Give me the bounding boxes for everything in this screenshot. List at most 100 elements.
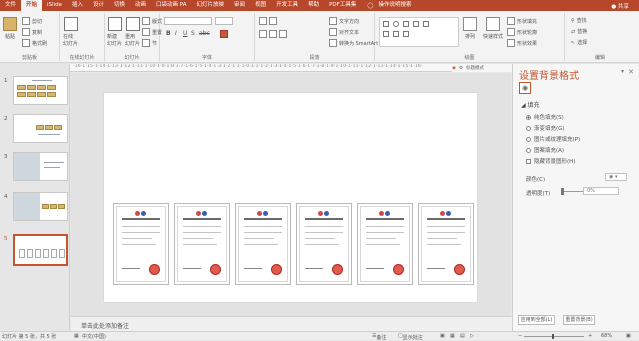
ruler-mode-button[interactable]: 标题模式 <box>466 65 484 71</box>
shape-effects-button[interactable]: 形状效果 <box>507 39 537 47</box>
tab-slideshow[interactable]: 幻灯片放映 <box>192 0 230 11</box>
slide-thumbnail-1[interactable] <box>13 76 68 105</box>
tab-islide[interactable]: iSlide <box>42 0 67 11</box>
copy-button[interactable]: 复制 <box>22 28 42 36</box>
format-painter-button[interactable]: 格式刷 <box>22 39 47 47</box>
certificate-image[interactable] <box>235 203 291 285</box>
rounded-rect-icon <box>383 31 389 37</box>
quick-styles-icon <box>486 17 500 31</box>
notes-toggle[interactable]: ☰ 备注 <box>372 333 387 341</box>
slide-thumbnail-2[interactable] <box>13 114 68 143</box>
font-color-button[interactable] <box>220 30 228 38</box>
zoom-level[interactable]: 68% <box>601 333 612 339</box>
line-icon <box>403 21 409 27</box>
tab-insert[interactable]: 插入 <box>67 0 88 11</box>
paste-button[interactable]: 粘贴 <box>3 17 17 40</box>
normal-view-icon[interactable]: ▣ <box>440 333 445 339</box>
tab-home[interactable]: 开始 <box>21 0 43 11</box>
slide-thumbnail-4[interactable] <box>13 192 68 221</box>
convert-smartart-button[interactable]: 转换为 SmartArt <box>329 39 378 47</box>
slide-thumbnail-5[interactable] <box>13 234 68 266</box>
close-icon[interactable]: ✕ <box>628 68 634 76</box>
hide-background-checkbox[interactable]: 隐藏背景图形(H) <box>526 157 575 165</box>
color-picker[interactable]: ◉ ▾ <box>605 173 627 181</box>
align-text-button[interactable]: 对齐文本 <box>329 28 359 36</box>
cut-button[interactable]: 剪切 <box>22 17 42 25</box>
certificate-image[interactable] <box>418 203 474 285</box>
shapes-gallery[interactable] <box>379 17 459 47</box>
certificate-image[interactable] <box>357 203 413 285</box>
font-size-box[interactable] <box>215 17 233 25</box>
reading-view-icon[interactable]: ▤ <box>460 333 465 339</box>
fill-bucket-icon[interactable]: ◉ <box>519 82 531 94</box>
zoom-slider-knob[interactable] <box>552 334 554 339</box>
tab-review[interactable]: 审阅 <box>229 0 250 11</box>
transparency-slider-track[interactable] <box>563 191 583 192</box>
language-indicator[interactable]: 中文(中国) <box>82 333 106 340</box>
solid-fill-option[interactable]: 纯色填充(S) <box>526 113 564 121</box>
reset-background-button[interactable]: 重置背景(B) <box>563 315 595 325</box>
new-slide-button[interactable]: 新建 幻灯片 <box>107 17 122 47</box>
transparency-input[interactable]: 0% <box>583 187 619 195</box>
fit-slide-icon[interactable]: ▣ <box>626 333 631 339</box>
bold-button[interactable]: B <box>166 30 171 37</box>
zoom-slider-track[interactable] <box>524 336 584 337</box>
italic-button[interactable]: I <box>175 30 177 37</box>
reset-button[interactable]: 重置 <box>142 28 162 36</box>
spellcheck-icon[interactable]: ▦ <box>74 333 79 339</box>
tab-developer[interactable]: 开发工具 <box>271 0 303 11</box>
arrange-button[interactable]: 排列 <box>463 17 477 40</box>
underline-button[interactable]: U <box>183 30 187 37</box>
select-button[interactable]: ↖ 选择 <box>571 39 587 47</box>
tell-me-search[interactable]: 操作说明搜索 <box>373 0 416 11</box>
gradient-fill-option[interactable]: 渐变填充(G) <box>526 124 565 132</box>
font-name-box[interactable] <box>164 17 212 25</box>
comments-toggle[interactable]: □ 显示批注 <box>398 333 423 341</box>
tab-pocket-animation[interactable]: 口袋动画 PA <box>151 0 191 11</box>
fill-section-header[interactable]: ◢ 填充 <box>521 100 540 109</box>
align-buttons[interactable] <box>259 30 287 38</box>
slide-sorter-icon[interactable]: ▦ <box>450 333 455 339</box>
pane-options-icon[interactable]: ▾ <box>621 68 624 75</box>
slideshow-icon[interactable]: ▷ <box>470 333 474 339</box>
shape-outline-button[interactable]: 形状轮廓 <box>507 28 537 36</box>
replace-button[interactable]: ⇄ 替换 <box>571 28 587 36</box>
text-direction-button[interactable]: 文字方向 <box>329 17 359 25</box>
tab-design[interactable]: 设计 <box>88 0 109 11</box>
tab-help[interactable]: 帮助 <box>303 0 324 11</box>
current-slide[interactable] <box>104 93 477 302</box>
zoom-in-icon[interactable]: + <box>588 333 592 339</box>
apply-to-all-button[interactable]: 应用到全部(L) <box>518 315 555 325</box>
certificate-image[interactable] <box>113 203 169 285</box>
find-button[interactable]: ⚲ 查找 <box>571 17 587 25</box>
share-button[interactable]: ● 共享 <box>611 2 639 10</box>
tab-file[interactable]: 文件 <box>0 0 21 11</box>
layout-button[interactable]: 版式 <box>142 17 162 25</box>
section-button[interactable]: 节 <box>142 39 157 47</box>
certificate-image[interactable] <box>174 203 230 285</box>
target-icon[interactable]: ◉ <box>452 66 456 71</box>
slide-thumbnail-3[interactable] <box>13 152 68 181</box>
shadow-button[interactable]: S <box>191 30 195 37</box>
strikethrough-button[interactable]: abc <box>199 30 210 37</box>
notes-pane[interactable]: 单击此处添加备注 <box>71 316 512 331</box>
online-slides-button[interactable]: 在线 幻灯片 <box>63 17 78 47</box>
thumb-cert <box>51 249 57 258</box>
certificate-image[interactable] <box>296 203 352 285</box>
shape-fill-button[interactable]: 形状填充 <box>507 17 537 25</box>
tab-transitions[interactable]: 切换 <box>109 0 130 11</box>
ruler-tools: ◉ ⚙ 标题模式 <box>452 64 512 72</box>
reuse-slides-button[interactable]: 重用 幻灯片 <box>125 17 140 47</box>
tab-pdf-tools[interactable]: PDF工具集 <box>324 0 361 11</box>
transparency-slider-knob[interactable] <box>561 188 564 195</box>
settings-icon[interactable]: ⚙ <box>459 66 463 71</box>
pattern-fill-option[interactable]: 图案填充(A) <box>526 146 564 154</box>
picture-fill-option[interactable]: 图片或纹理填充(P) <box>526 135 580 143</box>
bullets-button[interactable] <box>259 17 277 25</box>
tab-view[interactable]: 视图 <box>250 0 271 11</box>
tab-animations[interactable]: 动画 <box>130 0 151 11</box>
online-slides-label: 在线幻灯片 <box>69 55 95 61</box>
radio-icon <box>526 114 531 120</box>
quick-styles-button[interactable]: 快速样式 <box>483 17 503 40</box>
zoom-out-icon[interactable]: − <box>518 333 522 339</box>
